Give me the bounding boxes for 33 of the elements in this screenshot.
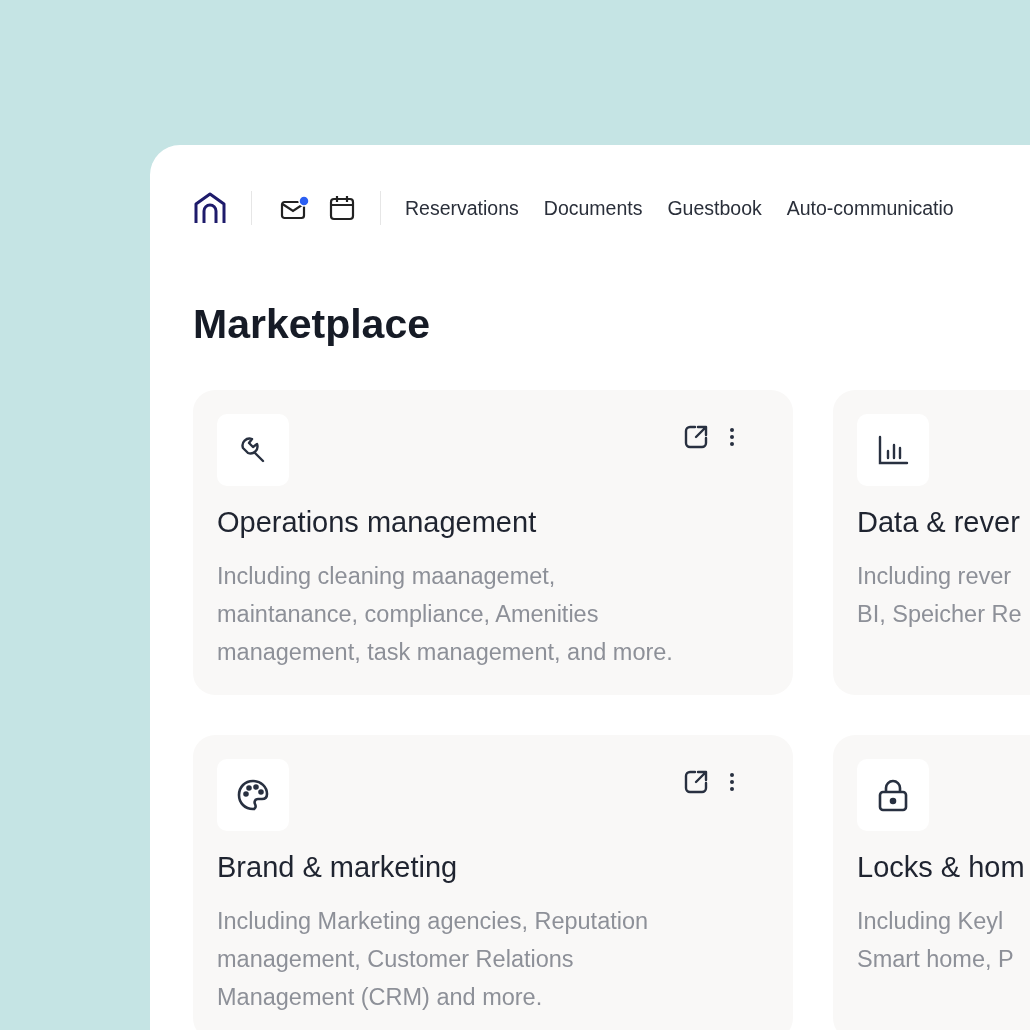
nav-link[interactable]: Documents [543,196,643,220]
card-title: Brand & marketing [217,851,459,884]
calendar-icon[interactable] [328,194,356,222]
nav-link[interactable]: Reservations [405,196,519,220]
lock-icon [877,778,909,812]
card-description-line: Including Marketing agencies, Reputation [217,907,650,936]
page-title: Marketplace [193,301,431,348]
more-options-icon[interactable] [729,772,735,792]
card-description-line: Smart home, P [857,945,1015,974]
card-description-line: maintanance, compliance, Amenities [217,600,600,629]
card-description-line: Including cleaning maanagemet, [217,562,557,591]
bar-chart-icon [877,434,909,466]
category-card[interactable]: Brand & marketing Including Marketing agencies, Reputation management, Customer Relations Management (CRM) and more. [193,735,793,1030]
card-description-line: Management (CRM) and more. [217,983,544,1012]
palette-icon [236,778,270,812]
category-card[interactable]: Data & rever Including rever BI, Speicher Re [833,390,1030,695]
category-card[interactable]: Locks & hom Including Keyl Smart home, P [833,735,1030,1030]
category-card[interactable]: Operations management Including cleaning maanagemet, maintanance, compliance, Amenities management, task management, and more. [193,390,793,695]
card-title: Data & rever [857,506,1021,539]
card-description-line: management, task management, and more. [217,638,674,667]
external-link-icon[interactable] [683,769,709,795]
card-description-line: Including rever [857,562,1013,591]
mail-icon[interactable] [280,195,310,221]
card-title: Operations management [217,506,538,539]
card-description-line: BI, Speicher Re [857,600,1023,629]
card-title: Locks & hom [857,851,1026,884]
nav-link[interactable]: Auto-communicatio [786,196,954,220]
card-description-line: management, Customer Relations [217,945,575,974]
nav-link[interactable]: Guestbook [667,196,762,220]
house-icon[interactable] [193,191,227,225]
more-options-icon[interactable] [729,427,735,447]
card-description-line: Including Keyl [857,907,1005,936]
external-link-icon[interactable] [683,424,709,450]
